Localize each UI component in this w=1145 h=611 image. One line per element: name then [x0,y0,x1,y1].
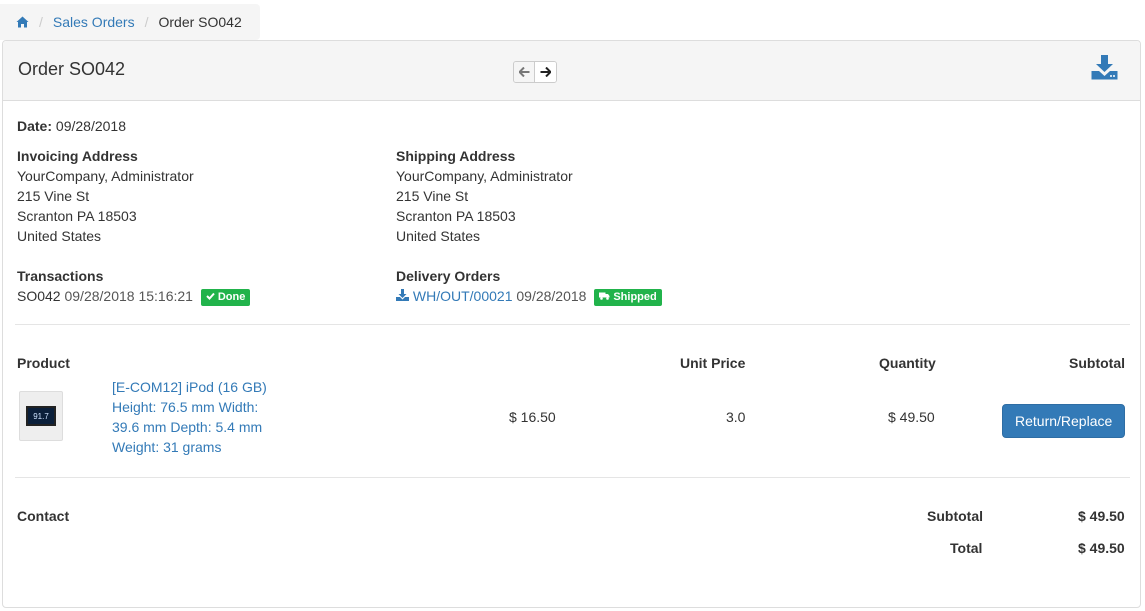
status-badge-label: Done [217,290,246,303]
download-icon [1091,55,1118,83]
product-name-link[interactable]: [E-COM12] iPod (16 GB) [112,377,282,397]
transaction-row: SO042 09/28/2018 15:16:21 Done [17,286,251,306]
column-header-unit-price: Unit Price [680,355,746,371]
breadcrumb-sales-orders[interactable]: Sales Orders [53,14,135,30]
status-badge-label: Shipped [613,290,657,303]
unit-price: $ 16.50 [509,409,556,425]
breadcrumb-current: Order SO042 [158,14,242,30]
product-detail[interactable]: Weight: 31 grams [112,437,282,457]
total-label: Total [950,540,983,556]
download-button[interactable] [1090,55,1118,83]
divider [15,477,1130,478]
shipping-address-label: Shipping Address [396,148,516,164]
delivery-order-row: WH/OUT/00021 09/28/2018 Shipped [396,286,662,306]
invoicing-address-line: Scranton PA 18503 [17,208,137,224]
previous-record-button[interactable] [514,62,535,82]
breadcrumb: / Sales Orders / Order SO042 [0,4,260,40]
date-value: 09/28/2018 [55,118,126,134]
truck-icon [599,291,610,304]
transactions-section: Transactions SO042 09/28/2018 15:16:21 D… [17,266,251,306]
transaction-ref: SO042 [17,288,61,304]
product-description[interactable]: [E-COM12] iPod (16 GB) Height: 76.5 mm W… [112,377,282,457]
shipping-address-line: United States [396,228,481,244]
shipping-address-line: Scranton PA 18503 [396,208,516,224]
arrow-right-icon [540,64,552,80]
column-header-subtotal: Subtotal [1069,355,1125,371]
product-detail[interactable]: 39.6 mm Depth: 5.4 mm [112,417,282,437]
line-subtotal: $ 49.50 [888,409,935,425]
home-icon[interactable] [16,16,29,28]
delivery-orders-label: Delivery Orders [396,268,501,284]
arrow-left-icon [517,64,530,80]
subtotal-value: $ 49.50 [1078,508,1125,524]
contact-label: Contact [17,508,70,524]
delivery-orders-section: Delivery Orders WH/OUT/00021 09/28/2018 [396,266,662,306]
transactions-label: Transactions [17,268,104,284]
transaction-datetime: 09/28/2018 15:16:21 [64,288,193,304]
date-label: Date: [17,118,53,134]
order-date: Date: 09/28/2018 [17,118,126,134]
quantity: 3.0 [726,409,746,425]
next-record-button[interactable] [535,62,556,82]
breadcrumb-separator: / [39,14,43,30]
shipping-address-line: YourCompany, Administrator [396,168,573,184]
invoicing-address-label: Invoicing Address [17,148,138,164]
divider [15,324,1130,325]
check-icon [206,291,215,304]
invoicing-address-line: YourCompany, Administrator [17,168,194,184]
invoicing-address-line: 215 Vine St [17,188,90,204]
delivery-order-link[interactable]: WH/OUT/00021 [396,288,516,304]
column-header-quantity: Quantity [879,355,936,371]
return-replace-button[interactable]: Return/Replace [1002,404,1125,438]
delivery-order-ref: WH/OUT/00021 [412,288,513,304]
page-title: Order SO042 [18,59,126,79]
product-detail[interactable]: Height: 76.5 mm Width: [112,397,282,417]
record-pager [513,61,557,83]
product-image: 91.7 [19,391,63,441]
total-value: $ 49.50 [1078,540,1125,556]
status-badge: Shipped [594,288,662,306]
delivery-order-date: 09/28/2018 [516,288,587,304]
invoicing-address-line: United States [17,228,102,244]
subtotal-label: Subtotal [927,508,983,524]
panel-heading: Order SO042 [3,41,1140,101]
shipping-address: Shipping Address YourCompany, Administra… [396,146,573,246]
shipping-address-line: 215 Vine St [396,188,469,204]
product-image-screen: 91.7 [26,406,56,426]
column-header-product: Product [17,355,70,371]
invoicing-address: Invoicing Address YourCompany, Administr… [17,146,194,246]
breadcrumb-separator: / [144,14,149,30]
download-icon [396,288,413,304]
status-badge: Done [200,288,251,306]
